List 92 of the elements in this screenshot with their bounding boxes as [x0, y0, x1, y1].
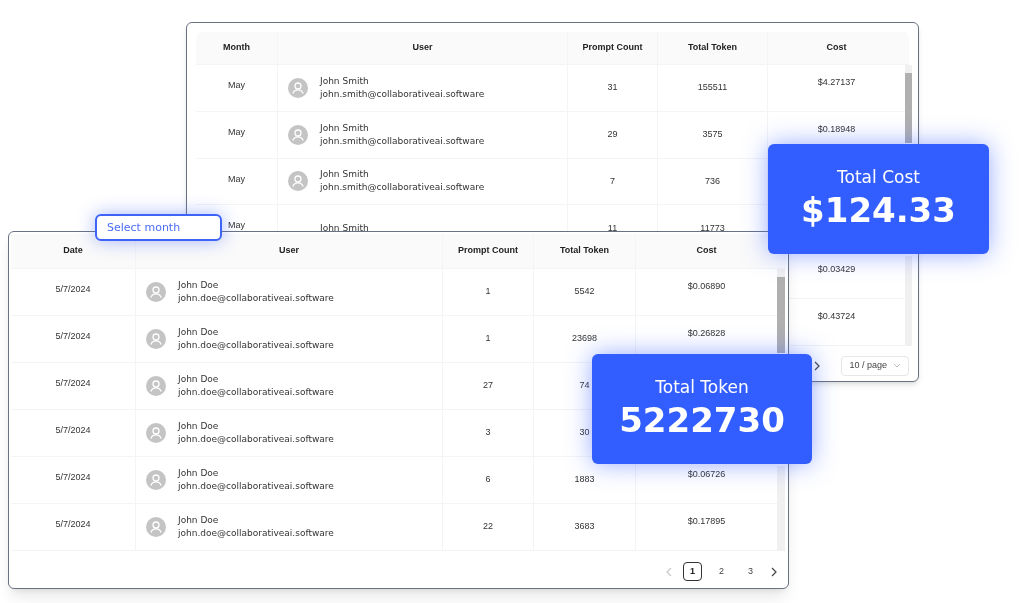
column-header: User: [279, 244, 299, 258]
table-cell: $0.03429: [817, 263, 856, 277]
table-cell-text: $0.18948: [817, 122, 856, 136]
avatar-icon: [146, 329, 166, 349]
table-cell: 6: [485, 473, 491, 487]
table-cell-text: 29: [607, 127, 618, 141]
column-header: Prompt Count: [582, 41, 643, 55]
table-cell-text: 5/7/2024: [55, 283, 91, 296]
next-page-icon[interactable]: [813, 360, 822, 371]
table-cell: 155511: [697, 81, 728, 95]
table-cell: 30: [579, 426, 590, 440]
table-cell: 3683: [574, 520, 595, 534]
user-email: john.smith@collaborativeai.software: [320, 87, 485, 101]
user-name: John Doe: [178, 467, 220, 480]
column-header: Cost: [826, 41, 847, 55]
page-button[interactable]: 1: [683, 562, 702, 581]
table-cell: 3: [485, 426, 491, 440]
column-header: Cost: [696, 244, 717, 258]
user-name: John Doe: [178, 279, 220, 292]
table-cell: May: [228, 219, 245, 233]
user-email: john.doe@collaborativeai.software: [178, 527, 334, 540]
table-cell-text: 5/7/2024: [55, 471, 91, 484]
user-name: John Doe: [178, 373, 220, 386]
user-name: John Smith: [320, 121, 370, 135]
table-cell-text: $0.17895: [687, 515, 726, 528]
scrollbar[interactable]: [777, 269, 785, 353]
page-button[interactable]: 3: [741, 562, 760, 581]
user-email: john.doe@collaborativeai.software: [178, 480, 334, 493]
table-cell-text: 11773: [700, 221, 725, 235]
column-header: Total Token: [687, 41, 738, 55]
table-cell-text: $4.27137: [817, 76, 856, 89]
avatar-icon: [146, 517, 166, 537]
table-cell: 27: [483, 379, 493, 393]
table-cell-text: May: [228, 79, 245, 92]
table-cell-text: 5/7/2024: [55, 330, 91, 343]
page-button[interactable]: 2: [712, 562, 731, 581]
user-email: john.smith@collaborativeai.software: [320, 134, 485, 148]
avatar-icon: [288, 171, 308, 192]
scrollbar-track[interactable]: [905, 256, 912, 346]
table-cell: 5542: [574, 285, 595, 299]
table-cell-text: May: [228, 125, 245, 139]
table-cell-text: 5/7/2024: [55, 518, 91, 531]
avatar-icon: [146, 376, 166, 396]
scrollbar[interactable]: [905, 65, 912, 143]
table-cell-text: $0.26828: [687, 327, 726, 340]
avatar-icon: [288, 124, 308, 145]
column-header: Prompt Count: [458, 244, 518, 258]
card-value: $124.33: [801, 189, 956, 232]
table-cell-text: 3575: [702, 127, 723, 141]
table-cell-text: $0.06890: [687, 280, 726, 293]
user-email: john.doe@collaborativeai.software: [178, 433, 334, 446]
table-cell-text: 11: [607, 221, 618, 235]
table-cell: 1: [485, 332, 491, 346]
next-page-icon[interactable]: [770, 566, 778, 577]
user-name: John Smith: [320, 168, 370, 182]
table-cell: 22: [483, 520, 493, 534]
column-header: Month: [223, 41, 250, 55]
table-cell-text: May: [228, 172, 245, 186]
page-size-select[interactable]: 10 / page: [841, 355, 909, 376]
user-name: John Smith: [320, 221, 369, 235]
card-value: 5222730: [619, 399, 785, 442]
table-cell: 1: [485, 285, 491, 299]
card-label: Total Cost: [837, 166, 920, 188]
table-cell-text: $0.06726: [687, 468, 726, 481]
user-email: john.doe@collaborativeai.software: [178, 386, 334, 399]
avatar-icon: [288, 77, 308, 98]
avatar-icon: [146, 470, 166, 490]
user-email: john.doe@collaborativeai.software: [178, 339, 334, 352]
card-label: Total Token: [655, 376, 749, 398]
table-cell: 74: [579, 379, 590, 393]
user-email: john.smith@collaborativeai.software: [320, 181, 485, 195]
table-cell: 31: [607, 81, 618, 95]
avatar-icon: [146, 282, 166, 302]
table-cell: 1883: [574, 473, 595, 487]
month-select-field[interactable]: Select month: [95, 214, 222, 241]
user-name: John Doe: [178, 420, 220, 433]
avatar-icon: [146, 423, 166, 443]
column-header: User: [412, 41, 433, 55]
caret-icon: [893, 363, 901, 369]
table-cell-text: 5/7/2024: [55, 377, 91, 390]
scrollbar-track[interactable]: [777, 466, 785, 551]
table-cell-text: 7: [610, 174, 615, 188]
table-cell: 23698: [572, 332, 597, 346]
table-cell-text: 736: [705, 174, 720, 188]
column-header: Total Token: [559, 244, 610, 258]
table-cell-text: $0.43724: [817, 310, 856, 323]
user-name: John Smith: [320, 74, 370, 88]
user-name: John Doe: [178, 326, 220, 339]
user-name: John Doe: [178, 514, 220, 527]
user-email: john.doe@collaborativeai.software: [178, 292, 334, 305]
column-header: Date: [63, 244, 83, 258]
table-cell-text: 5/7/2024: [55, 424, 91, 437]
